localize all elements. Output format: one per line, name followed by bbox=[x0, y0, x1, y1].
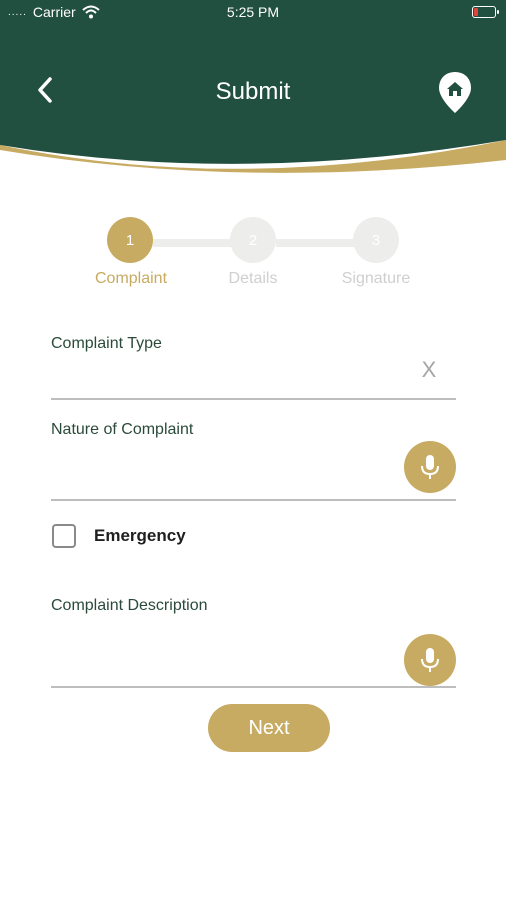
complaint-type-underline bbox=[51, 398, 456, 400]
nature-of-complaint-label: Nature of Complaint bbox=[51, 421, 194, 438]
microphone-icon bbox=[421, 455, 439, 479]
complaint-type-field[interactable] bbox=[51, 358, 411, 398]
clear-complaint-type-button[interactable]: X bbox=[416, 356, 442, 384]
nature-of-complaint-field[interactable] bbox=[51, 445, 396, 495]
home-location-button[interactable] bbox=[434, 70, 476, 116]
step-3-circle[interactable]: 3 bbox=[353, 217, 399, 263]
step-2-circle[interactable]: 2 bbox=[230, 217, 276, 263]
step-1-label: Complaint bbox=[94, 270, 168, 287]
emergency-label: Emergency bbox=[94, 526, 186, 545]
page-title: Submit bbox=[215, 78, 291, 105]
status-time: 5:25 PM bbox=[226, 4, 280, 20]
step-2-label: Details bbox=[228, 270, 278, 287]
stepper-connector-2 bbox=[276, 239, 356, 247]
next-button[interactable]: Next bbox=[208, 704, 330, 752]
battery-level bbox=[474, 8, 478, 16]
step-3-label: Signature bbox=[341, 270, 411, 287]
complaint-description-underline bbox=[51, 686, 456, 688]
step-1-circle[interactable]: 1 bbox=[107, 217, 153, 263]
battery-icon bbox=[472, 6, 499, 18]
complaint-description-label: Complaint Description bbox=[51, 597, 208, 614]
home-location-pin-icon bbox=[439, 72, 471, 113]
emergency-checkbox[interactable] bbox=[52, 524, 76, 548]
complaint-type-label: Complaint Type bbox=[51, 335, 162, 352]
complaint-description-field[interactable] bbox=[51, 622, 396, 684]
stepper-connector-1 bbox=[153, 239, 233, 247]
microphone-icon bbox=[421, 648, 439, 672]
nature-of-complaint-underline bbox=[51, 499, 456, 501]
nature-mic-button[interactable] bbox=[404, 441, 456, 493]
description-mic-button[interactable] bbox=[404, 634, 456, 686]
